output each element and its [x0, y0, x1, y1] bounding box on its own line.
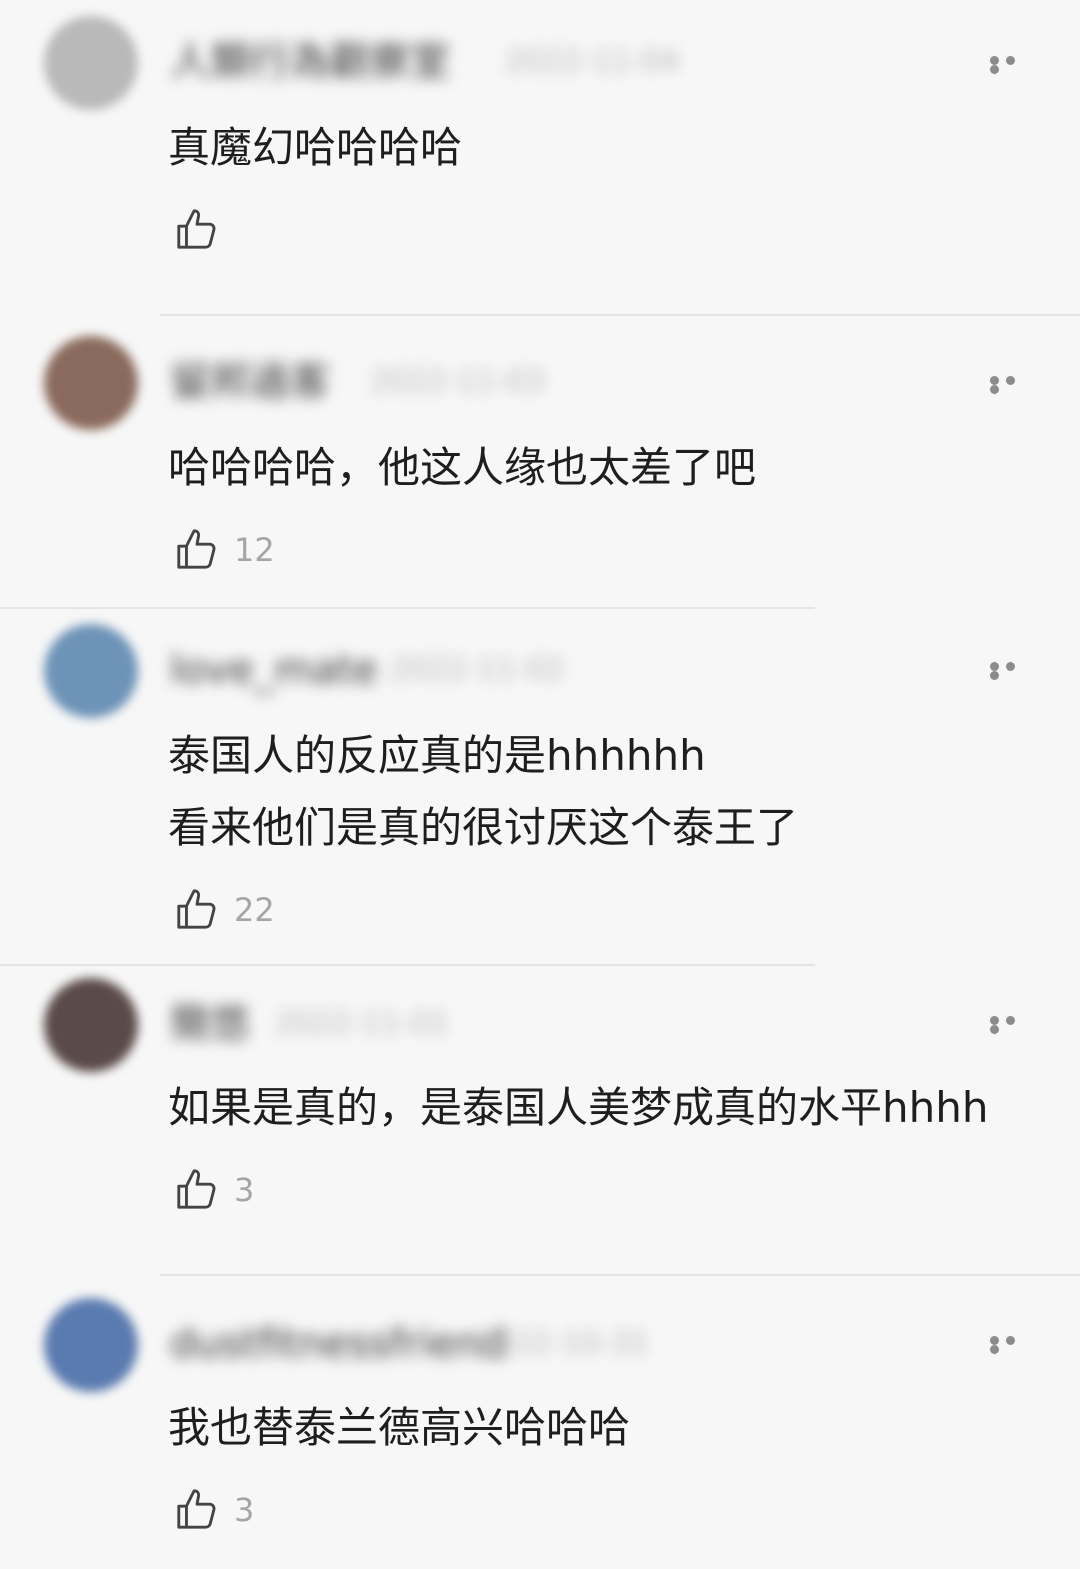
comment-text-line: 泰国人的反应真的是hhhhhh — [168, 731, 706, 780]
timestamp: 2022-11-04 — [505, 44, 680, 79]
comment-text: 泰国人的反应真的是hhhhhh 看来他们是真的很讨厌这个泰王了 — [168, 720, 798, 864]
like-count: 12 — [234, 531, 275, 569]
divider — [160, 314, 1080, 316]
divider — [160, 1274, 1080, 1276]
avatar[interactable] — [44, 336, 138, 430]
timestamp: 2022-10-31 — [475, 1326, 650, 1361]
comment-text-line: 我也替泰兰德高兴哈哈哈 — [168, 1403, 631, 1452]
timestamp: 2022-11-03 — [370, 364, 545, 399]
thumbs-up-icon — [177, 209, 216, 249]
like-count: 22 — [234, 891, 275, 929]
username[interactable]: 簡悠 — [170, 1000, 250, 1048]
username[interactable]: 留邦過客 — [170, 358, 330, 406]
more-options-icon[interactable] — [990, 1336, 1034, 1354]
avatar[interactable] — [44, 978, 138, 1072]
like-count: 3 — [234, 1491, 255, 1529]
comment-text: 哈哈哈哈，他这人缘也太差了吧 — [168, 432, 756, 504]
comment-text-line: 真魔幻哈哈哈哈 — [168, 123, 463, 172]
comment-text-line: 如果是真的，是泰国人美梦成真的水平hhhh — [168, 1083, 989, 1132]
divider — [0, 964, 815, 966]
thumbs-up-icon — [177, 1169, 216, 1209]
more-options-icon[interactable] — [990, 376, 1034, 394]
timestamp: 2022-11-02 — [390, 652, 565, 687]
avatar[interactable] — [44, 16, 138, 110]
divider — [0, 607, 815, 609]
like-count: 3 — [234, 1171, 255, 1209]
username[interactable]: dustfitnessfriend — [170, 1320, 507, 1368]
avatar[interactable] — [44, 624, 138, 718]
comment-text-line: 哈哈哈哈，他这人缘也太差了吧 — [168, 443, 757, 492]
comment-text-line: 看来他们是真的很讨厌这个泰王了 — [168, 803, 799, 852]
more-options-icon[interactable] — [990, 662, 1034, 680]
more-options-icon[interactable] — [990, 1016, 1034, 1034]
thumbs-up-icon — [177, 889, 216, 929]
thumbs-up-icon — [177, 1489, 216, 1529]
username[interactable]: 人類行為觀察室 — [170, 38, 450, 86]
thumbs-up-icon — [177, 529, 216, 569]
timestamp: 2022-11-01 — [275, 1006, 450, 1041]
username[interactable]: love_mate — [170, 646, 378, 694]
comment-text: 真魔幻哈哈哈哈 — [168, 112, 462, 184]
avatar[interactable] — [44, 1298, 138, 1392]
comment-text: 如果是真的，是泰国人美梦成真的水平hhhh — [168, 1072, 988, 1144]
comment-text: 我也替泰兰德高兴哈哈哈 — [168, 1392, 630, 1464]
more-options-icon[interactable] — [990, 56, 1034, 74]
